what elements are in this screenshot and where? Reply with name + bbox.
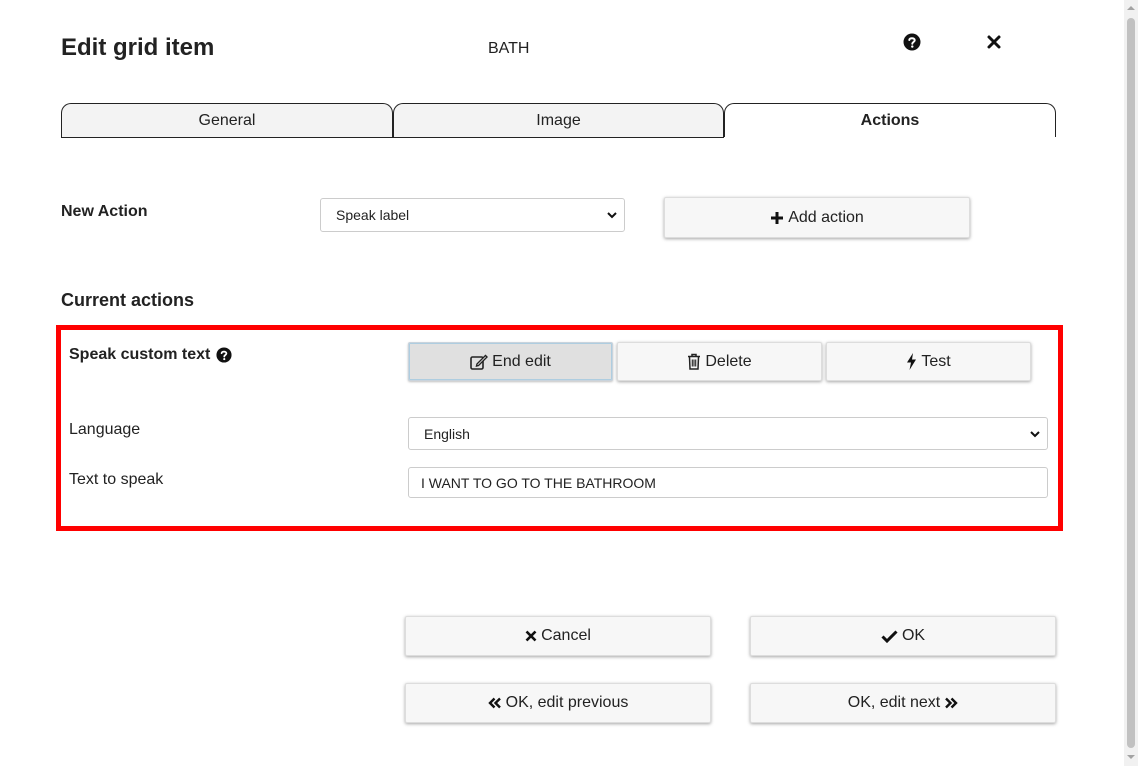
end-edit-button[interactable]: End edit: [408, 342, 613, 381]
language-select[interactable]: English: [408, 417, 1048, 450]
tab-actions[interactable]: Actions: [724, 103, 1056, 137]
help-icon[interactable]: [903, 33, 921, 51]
test-label: Test: [921, 352, 951, 370]
delete-button[interactable]: Delete: [617, 342, 822, 381]
language-label: Language: [69, 421, 141, 438]
test-button[interactable]: Test: [826, 342, 1031, 381]
grid-item-label: BATH: [488, 40, 530, 57]
tab-general[interactable]: General: [61, 103, 393, 137]
dialog-title: Edit grid item: [61, 34, 215, 61]
times-icon: [525, 630, 537, 642]
chevron-down-icon: [607, 212, 617, 219]
cancel-button[interactable]: Cancel: [405, 616, 711, 656]
new-action-select[interactable]: Speak label: [320, 198, 625, 232]
text-to-speak-value: I WANT TO GO TO THE BATHROOM: [421, 474, 656, 491]
trash-icon: [688, 353, 701, 370]
add-action-label: Add action: [788, 208, 864, 226]
end-edit-label: End edit: [492, 352, 551, 370]
scrollbar-thumb[interactable]: [1127, 18, 1135, 748]
new-action-label: New Action: [61, 203, 148, 220]
edit-icon: [470, 354, 489, 370]
check-icon: [881, 629, 898, 643]
text-to-speak-label: Text to speak: [69, 471, 164, 488]
action-title: Speak custom text: [69, 346, 232, 364]
scroll-down-arrow-icon[interactable]: [1126, 752, 1136, 762]
delete-label: Delete: [705, 352, 752, 370]
ok-edit-previous-button[interactable]: OK, edit previous: [405, 683, 711, 723]
angle-double-left-icon: [487, 697, 501, 709]
tab-divider: [61, 137, 724, 138]
ok-edit-next-label: OK, edit next: [847, 694, 941, 711]
tab-image[interactable]: Image: [393, 103, 724, 137]
chevron-down-icon: [1030, 430, 1040, 437]
cancel-label: Cancel: [541, 627, 591, 644]
bolt-icon: [907, 353, 917, 370]
close-icon[interactable]: [985, 33, 1003, 51]
angle-double-right-icon: [945, 697, 958, 709]
action-title-text: Speak custom text: [69, 346, 211, 363]
question-circle-icon[interactable]: [216, 347, 232, 363]
ok-edit-previous-label: OK, edit previous: [505, 694, 629, 711]
text-to-speak-input[interactable]: I WANT TO GO TO THE BATHROOM: [408, 467, 1048, 498]
add-action-button[interactable]: Add action: [664, 197, 970, 238]
ok-label: OK: [901, 627, 926, 644]
ok-button[interactable]: OK: [750, 616, 1056, 656]
current-actions-heading: Current actions: [61, 290, 195, 310]
new-action-select-value: Speak label: [336, 207, 410, 223]
ok-edit-next-button[interactable]: OK, edit next: [750, 683, 1056, 723]
language-select-value: English: [424, 425, 470, 442]
plus-icon: [771, 211, 784, 224]
scroll-up-arrow-icon[interactable]: [1126, 3, 1136, 13]
